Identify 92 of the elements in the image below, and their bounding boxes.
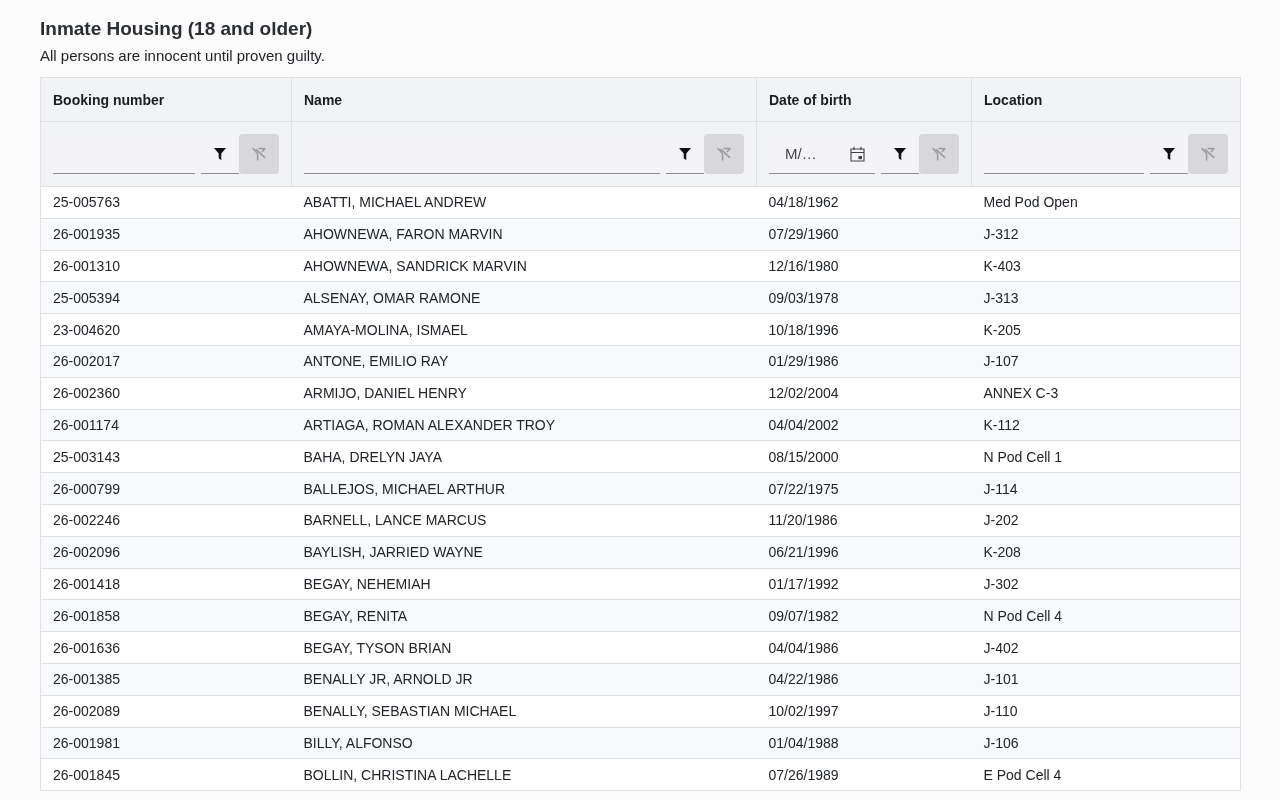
table-cell: BAHA, DRELYN JAYA — [291, 440, 757, 473]
table-cell: 07/22/1975 — [756, 472, 972, 505]
crossed-funnel-icon — [932, 147, 946, 161]
table-cell: 26-001310 — [40, 250, 292, 282]
table-cell: BENALLY JR, ARNOLD JR — [291, 663, 757, 696]
table-cell: 01/04/1988 — [756, 727, 972, 759]
table-cell: 23-004620 — [40, 313, 292, 346]
table-cell: K-208 — [971, 536, 1241, 569]
table-cell: J-107 — [971, 345, 1241, 378]
calendar-icon[interactable] — [850, 145, 865, 162]
table-cell: 26-001981 — [40, 727, 292, 759]
table-cell: J-106 — [971, 727, 1241, 759]
table-cell: J-402 — [971, 631, 1241, 664]
table-cell: J-312 — [971, 218, 1241, 251]
table-cell: 06/21/1996 — [756, 536, 972, 569]
table-cell: K-205 — [971, 313, 1241, 346]
table-cell: 04/22/1986 — [756, 663, 972, 696]
table-cell: 26-002096 — [40, 536, 292, 569]
table-cell: 07/26/1989 — [756, 758, 972, 791]
table-cell: AMAYA-MOLINA, ISMAEL — [291, 313, 757, 346]
crossed-funnel-icon — [1201, 147, 1215, 161]
table-cell: BEGAY, RENITA — [291, 599, 757, 632]
table-cell: 26-002089 — [40, 695, 292, 728]
table-cell: 11/20/1986 — [756, 504, 972, 537]
table-cell: 01/29/1986 — [756, 345, 972, 378]
table-cell: E Pod Cell 4 — [971, 758, 1241, 791]
table-cell: J-313 — [971, 281, 1241, 314]
table-cell: ANNEX C-3 — [971, 377, 1241, 410]
column-header: Date of birth — [756, 77, 972, 122]
table-cell: J-110 — [971, 695, 1241, 728]
table-cell: BALLEJOS, MICHAEL ARTHUR — [291, 472, 757, 505]
table-cell: J-302 — [971, 568, 1241, 600]
table-cell: N Pod Cell 1 — [971, 440, 1241, 473]
crossed-funnel-icon — [252, 147, 266, 161]
date-input[interactable]: M/… — [785, 141, 844, 166]
table-cell: 26-002360 — [40, 377, 292, 410]
table-cell: 25-005763 — [40, 186, 292, 219]
table-cell: ARTIAGA, ROMAN ALEXANDER TROY — [291, 409, 757, 441]
table-cell: 04/18/1962 — [756, 186, 972, 219]
table-cell: 25-003143 — [40, 440, 292, 473]
table-cell: 01/17/1992 — [756, 568, 972, 600]
table-cell: BILLY, ALFONSO — [291, 727, 757, 759]
table-cell: J-101 — [971, 663, 1241, 696]
column-header: Name — [291, 77, 757, 122]
table-cell: 26-001385 — [40, 663, 292, 696]
column-header: Booking number — [40, 77, 292, 122]
filter-icon — [679, 147, 691, 160]
table-cell: J-202 — [971, 504, 1241, 537]
table-cell: 04/04/2002 — [756, 409, 972, 441]
table-cell: Med Pod Open — [971, 186, 1241, 219]
table-cell: 25-005394 — [40, 281, 292, 314]
table-cell: BOLLIN, CHRISTINA LACHELLE — [291, 758, 757, 791]
table-cell: ANTONE, EMILIO RAY — [291, 345, 757, 378]
table-cell: BEGAY, NEHEMIAH — [291, 568, 757, 600]
table-cell: 26-000799 — [40, 472, 292, 505]
table-cell: BENALLY, SEBASTIAN MICHAEL — [291, 695, 757, 728]
table-cell: 26-002017 — [40, 345, 292, 378]
table-cell: 26-001636 — [40, 631, 292, 664]
table-cell: 12/16/1980 — [756, 250, 972, 282]
filter-icon — [1163, 147, 1175, 160]
table-cell: BAYLISH, JARRIED WAYNE — [291, 536, 757, 569]
table-cell: BEGAY, TYSON BRIAN — [291, 631, 757, 664]
table-cell: 26-001935 — [40, 218, 292, 251]
table-cell: ARMIJO, DANIEL HENRY — [291, 377, 757, 410]
table-cell: ABATTI, MICHAEL ANDREW — [291, 186, 757, 219]
crossed-funnel-icon — [717, 147, 731, 161]
page-subtitle: All persons are innocent until proven guilty. — [40, 46, 325, 66]
filter-icon — [214, 147, 226, 160]
table-cell: 26-001858 — [40, 599, 292, 632]
table-cell: 09/03/1978 — [756, 281, 972, 314]
table-cell: BARNELL, LANCE MARCUS — [291, 504, 757, 537]
table-cell: J-114 — [971, 472, 1241, 505]
table-cell: 12/02/2004 — [756, 377, 972, 410]
table-cell: N Pod Cell 4 — [971, 599, 1241, 632]
table-cell: 26-001418 — [40, 568, 292, 600]
table-cell: AHOWNEWA, FARON MARVIN — [291, 218, 757, 251]
page-title: Inmate Housing (18 and older) — [40, 17, 313, 41]
table-cell: 10/02/1997 — [756, 695, 972, 728]
table-cell: 26-002246 — [40, 504, 292, 537]
table-cell: K-403 — [971, 250, 1241, 282]
filter-icon — [894, 147, 906, 160]
table-cell: 26-001845 — [40, 758, 292, 791]
table-cell: 10/18/1996 — [756, 313, 972, 346]
table-cell: ALSENAY, OMAR RAMONE — [291, 281, 757, 314]
table-cell: 26-001174 — [40, 409, 292, 441]
table-cell: 09/07/1982 — [756, 599, 972, 632]
table-cell: 04/04/1986 — [756, 631, 972, 664]
table-cell: K-112 — [971, 409, 1241, 441]
table-cell: 08/15/2000 — [756, 440, 972, 473]
table-cell: 07/29/1960 — [756, 218, 972, 251]
table-cell: AHOWNEWA, SANDRICK MARVIN — [291, 250, 757, 282]
column-header: Location — [971, 77, 1241, 122]
